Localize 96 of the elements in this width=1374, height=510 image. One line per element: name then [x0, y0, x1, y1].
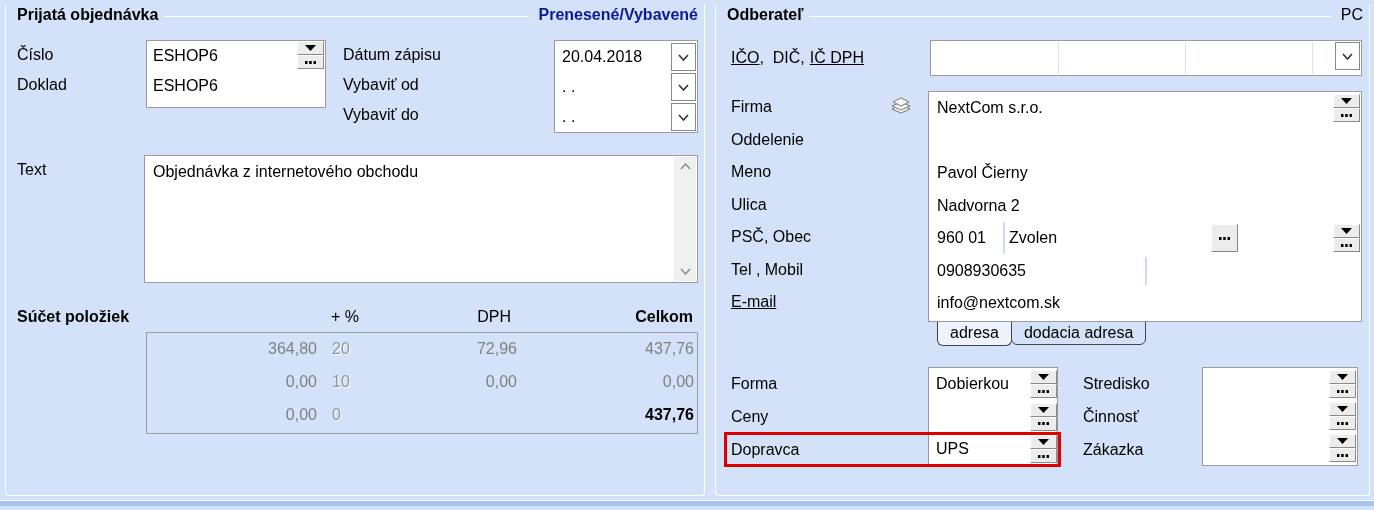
- scrollbar[interactable]: [674, 157, 696, 281]
- column-header: DPH: [477, 308, 511, 325]
- chevron-down-icon: [678, 53, 689, 61]
- caret-icon: [1038, 374, 1049, 380]
- field-label: Stredisko: [1083, 375, 1150, 392]
- field-label: Firma: [731, 97, 772, 118]
- text-field[interactable]: UPS: [936, 437, 969, 461]
- table-cell: 437,76: [645, 406, 694, 423]
- field-label: Forma: [731, 374, 778, 392]
- field-label: Ceny: [731, 407, 769, 425]
- chevron-down-icon: [678, 83, 689, 91]
- text-field[interactable]: Pavol Čierny: [937, 157, 1028, 190]
- field-label: Vybaviť do: [343, 106, 419, 123]
- postcode-field[interactable]: 960 01: [937, 222, 1005, 255]
- caret-icon: [1337, 406, 1348, 412]
- field-label: Číslo: [17, 46, 54, 63]
- date-field[interactable]: . .: [555, 72, 576, 102]
- table-cell: 0: [332, 406, 341, 423]
- tab[interactable]: adresa: [937, 321, 1012, 346]
- ellipsis-icon: [1341, 113, 1352, 117]
- text-field[interactable]: Nadvorna 2: [937, 189, 1020, 222]
- more-button[interactable]: [1329, 448, 1356, 462]
- column-header: + %: [331, 308, 359, 325]
- link[interactable]: IČ DPH: [809, 43, 865, 73]
- more-button[interactable]: [1329, 384, 1356, 398]
- table-cell: 364,80: [268, 340, 317, 357]
- field-label: Vybaviť od: [343, 76, 419, 93]
- field-label: PSČ, Obec: [731, 226, 812, 248]
- status-label: PC: [1339, 5, 1364, 25]
- caret-icon: [1337, 438, 1348, 444]
- caret-icon: [1337, 374, 1348, 380]
- more-button[interactable]: [1329, 416, 1356, 430]
- field-label: Dopravca: [731, 440, 800, 458]
- dropdown-button[interactable]: [1335, 42, 1360, 70]
- caret-icon: [1038, 406, 1049, 413]
- more-button[interactable]: [1030, 384, 1057, 398]
- field-label: Dátum zápisu: [343, 46, 441, 63]
- table-cell: 0,00: [285, 373, 317, 390]
- section-title: Súčet položiek: [17, 308, 130, 325]
- field-label: Oddelenie: [731, 129, 804, 150]
- ellipsis-icon: [1219, 236, 1230, 240]
- text-field[interactable]: ESHOP6: [147, 71, 218, 101]
- more-button[interactable]: [1333, 238, 1360, 253]
- date-field[interactable]: 20.04.2018: [555, 42, 643, 72]
- ellipsis-icon: [1038, 454, 1049, 458]
- field-label: Doklad: [17, 76, 67, 93]
- tab[interactable]: dodacia adresa: [1010, 321, 1147, 345]
- table-cell: 10: [332, 373, 350, 390]
- ellipsis-icon: [305, 60, 316, 64]
- ellipsis-icon: [1341, 243, 1352, 247]
- caret-icon: [1341, 98, 1352, 105]
- text-field[interactable]: info@nextcom.sk: [937, 287, 1060, 320]
- status-label: Prenesené/Vybavené: [537, 5, 699, 25]
- dropdown-button[interactable]: [671, 73, 696, 101]
- text-field[interactable]: Zvolen: [1005, 222, 1211, 255]
- field-label: Ulica: [731, 194, 767, 215]
- chevron-up-icon: [679, 163, 691, 170]
- dropdown-button[interactable]: [671, 43, 696, 71]
- text-field[interactable]: ESHOP6: [147, 41, 218, 71]
- field-label: Zákazka: [1083, 441, 1144, 458]
- ellipsis-icon: [1337, 389, 1348, 393]
- more-button[interactable]: [1211, 224, 1238, 253]
- date-field[interactable]: . .: [555, 102, 576, 132]
- chevron-down-icon: [678, 113, 689, 121]
- text-field[interactable]: 0908930635: [937, 256, 1147, 285]
- group-title: Odberateľ: [726, 5, 805, 25]
- field-label: , DIČ,: [759, 47, 805, 68]
- table-cell: 20: [332, 340, 350, 357]
- ellipsis-icon: [1337, 453, 1348, 457]
- text-field[interactable]: NextCom s.r.o.: [937, 92, 1043, 125]
- table-cell: 72,96: [476, 340, 517, 357]
- ellipsis-icon: [1337, 421, 1348, 425]
- table-cell: 437,76: [645, 340, 694, 357]
- group-title: Prijatá objednávka: [16, 5, 160, 25]
- caret-icon: [305, 45, 316, 51]
- caret-icon: [1341, 228, 1352, 235]
- link[interactable]: E-mail: [731, 286, 777, 319]
- field-label: Meno: [731, 162, 772, 183]
- table-cell: 0,00: [662, 373, 694, 390]
- table-cell: 0,00: [485, 373, 517, 390]
- chevron-down-icon: [1342, 52, 1353, 60]
- field-label: Tel , Mobil: [731, 259, 804, 280]
- chevron-down-icon: [679, 268, 691, 275]
- field-label: Text: [17, 161, 47, 178]
- more-button[interactable]: [297, 55, 324, 69]
- ellipsis-icon: [1038, 422, 1049, 425]
- text-area[interactable]: Objednávka z internetového obchodu: [144, 155, 698, 283]
- more-button[interactable]: [1030, 449, 1057, 463]
- table-cell: 0,00: [285, 406, 317, 423]
- dropdown-button[interactable]: [671, 103, 696, 131]
- column-header: Celkom: [635, 308, 693, 325]
- field-label: Činnosť: [1083, 408, 1139, 425]
- link[interactable]: IČO: [731, 43, 760, 73]
- more-button[interactable]: [1333, 108, 1360, 123]
- caret-icon: [1038, 439, 1049, 445]
- ellipsis-icon: [1038, 389, 1049, 393]
